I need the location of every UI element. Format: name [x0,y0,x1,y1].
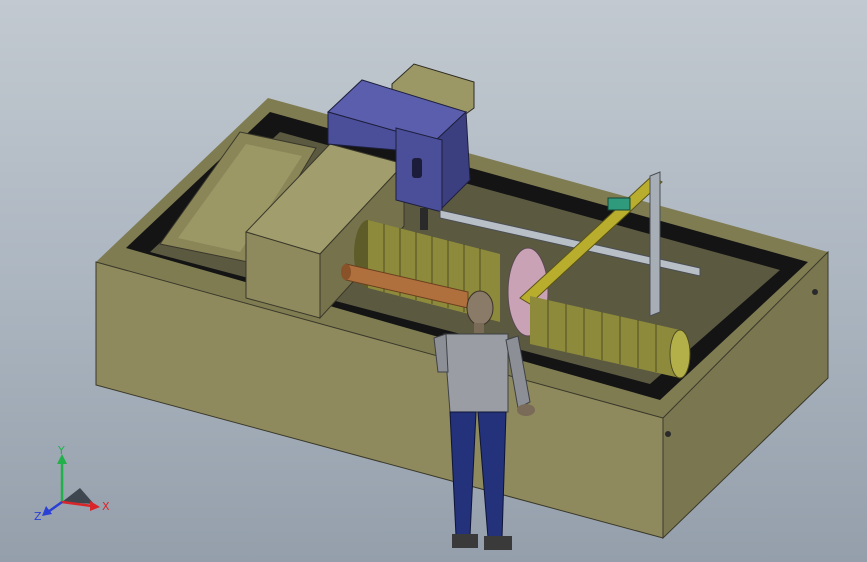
gantry-green-block [607,197,631,211]
head-slot [412,158,422,178]
operator-right-foot [484,536,512,550]
operator-left-foot [452,534,478,548]
triad-x-arrow [90,501,100,511]
head-nozzle [420,208,428,230]
triad-x-label: X [102,500,110,513]
triad-y-label: Y [57,446,65,457]
operator-left-leg [449,411,477,537]
3d-viewport[interactable]: Y X Z [0,0,867,562]
operator-torso [443,333,509,413]
triad-z-axis [47,500,63,514]
enclosure-hole-side [812,289,818,295]
copper-roller-end [341,264,351,280]
orientation-triad: Y X Z [34,446,110,523]
enclosure-hole-front [665,431,671,437]
operator-neck [474,323,484,333]
operator-head [466,290,494,326]
right-coil-end [669,329,691,379]
machine-model[interactable] [0,0,867,562]
operator-right-hand [517,404,535,416]
triad-z-label: Z [34,510,42,523]
gantry-post [649,171,661,317]
